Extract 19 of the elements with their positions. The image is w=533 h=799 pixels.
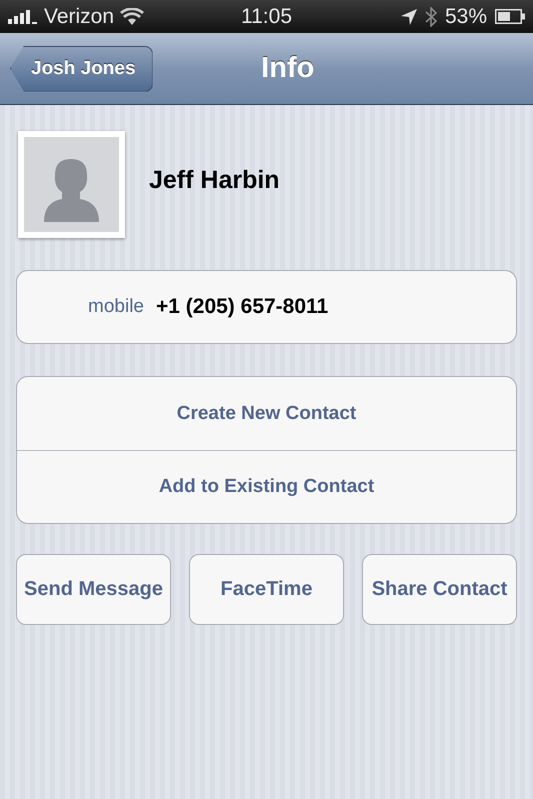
avatar-icon xyxy=(24,137,119,232)
bluetooth-icon xyxy=(424,6,437,26)
phone-number[interactable]: +1 (205) 657-8011 xyxy=(156,295,328,319)
action-item[interactable]: Add to Existing Contact xyxy=(17,450,516,523)
action-button[interactable]: FaceTime xyxy=(189,554,344,625)
nav-title: Info xyxy=(261,52,314,85)
action-button[interactable]: Send Message xyxy=(16,554,171,625)
wifi-icon xyxy=(120,8,144,25)
contact-name: Jeff Harbin xyxy=(149,166,280,195)
clock-time: 11:05 xyxy=(241,4,292,28)
carrier-name: Verizon xyxy=(44,4,114,28)
location-icon xyxy=(400,8,417,24)
back-button[interactable]: Josh Jones xyxy=(10,46,153,92)
phone-label: mobile xyxy=(87,296,144,318)
battery-icon xyxy=(495,9,525,24)
action-item[interactable]: Create New Contact xyxy=(17,377,516,450)
action-button[interactable]: Share Contact xyxy=(362,554,517,625)
battery-percent: 53% xyxy=(444,4,487,28)
signal-icon xyxy=(8,10,38,24)
